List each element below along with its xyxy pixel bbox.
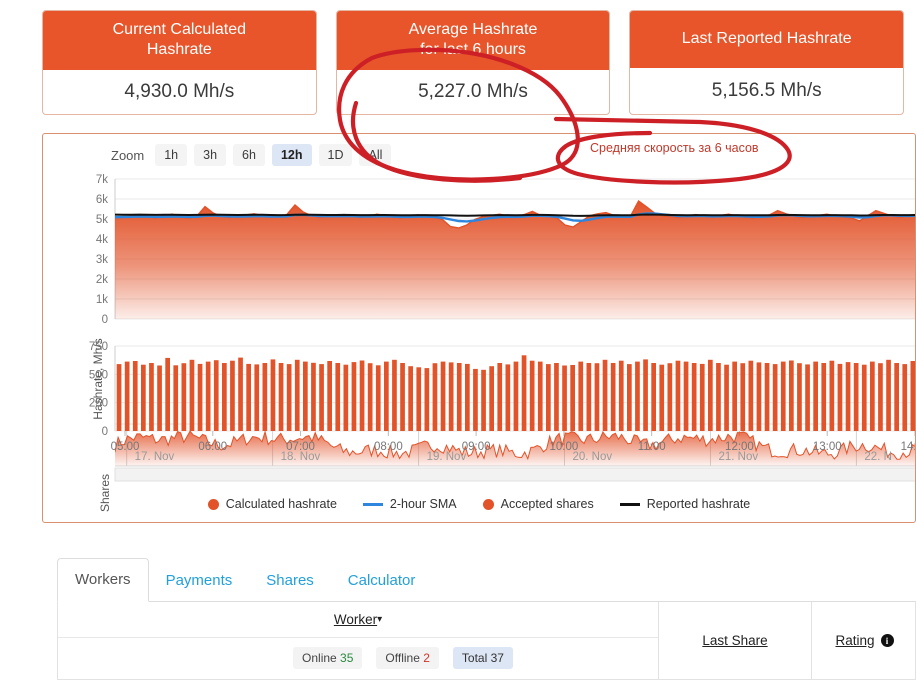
circle-marker-icon <box>207 498 219 510</box>
line-marker-icon <box>619 502 640 506</box>
badge-online-label: Online <box>302 651 337 665</box>
card-title-line2: Hashrate <box>146 41 212 58</box>
worker-column-header[interactable]: Worker ▾ <box>58 602 658 638</box>
svg-text:1k: 1k <box>96 294 108 306</box>
worker-header-label: Worker <box>333 612 378 627</box>
rating-column-header[interactable]: Rating i <box>812 602 916 679</box>
badge-online[interactable]: Online 35 <box>293 647 363 669</box>
svg-text:06:00: 06:00 <box>198 441 227 453</box>
svg-text:18. Nov: 18. Nov <box>281 451 321 463</box>
legend-label: 2-hour SMA <box>389 497 457 511</box>
card-value: 4,930.0 Mh/s <box>124 81 235 102</box>
card-current-calculated-hashrate: Current Calculated Hashrate 4,930.0 Mh/s <box>42 10 317 115</box>
chevron-down-icon: ▾ <box>377 614 383 625</box>
svg-text:5k: 5k <box>96 214 108 226</box>
handwritten-annotation-label: Средняя скорость за 6 часов <box>590 141 759 155</box>
badge-total[interactable]: Total 37 <box>452 647 513 669</box>
last-share-column-header[interactable]: Last Share <box>659 602 811 679</box>
badge-online-count: 35 <box>340 651 354 665</box>
svg-text:13:00: 13:00 <box>813 441 842 453</box>
legend-item-accepted-shares[interactable]: Accepted shares <box>482 497 594 511</box>
card-value: 5,227.0 Mh/s <box>418 81 528 102</box>
tab-calculator[interactable]: Calculator <box>331 560 433 602</box>
legend-item-2-hour-sma[interactable]: 2-hour SMA <box>362 497 457 511</box>
card-title: Last Reported Hashrate <box>630 11 904 68</box>
badge-offline[interactable]: Offline 2 <box>376 647 439 669</box>
hashrate-summary-cards: Current Calculated Hashrate 4,930.0 Mh/s… <box>42 10 905 115</box>
svg-text:250: 250 <box>89 398 108 410</box>
badge-total-label: Total <box>461 651 488 665</box>
badge-offline-label: Offline <box>385 651 420 665</box>
last-share-header-label: Last Share <box>702 633 768 648</box>
svg-text:6k: 6k <box>96 194 108 206</box>
legend-label: Accepted shares <box>500 497 594 511</box>
line-marker-icon <box>362 502 383 506</box>
svg-text:4k: 4k <box>96 234 108 246</box>
tab-payments[interactable]: Payments <box>149 560 250 602</box>
svg-text:11:00: 11:00 <box>638 441 666 453</box>
svg-text:20. Nov: 20. Nov <box>573 451 613 463</box>
card-title: Average Hashrate for last 6 hours <box>336 11 610 70</box>
circle-marker-icon <box>482 498 494 510</box>
hashrate-chart-panel: Zoom 1h 3h 6h 12h 1D All Hashrate, Mh/s … <box>42 133 916 523</box>
svg-text:08:00: 08:00 <box>374 441 403 453</box>
card-last-reported-hashrate: Last Reported Hashrate 5,156.5 Mh/s <box>629 10 905 115</box>
svg-text:22. N: 22. N <box>864 451 892 463</box>
legend-label: Calculated hashrate <box>225 497 337 511</box>
card-title-line2: for last 6 hours <box>420 41 526 58</box>
tab-workers[interactable]: Workers <box>57 558 149 602</box>
info-icon[interactable]: i <box>880 634 894 647</box>
svg-text:500: 500 <box>89 369 108 381</box>
chart-canvas[interactable]: 01k2k3k4k5k6k7k025050075005:00 06:00 07:00… <box>43 134 916 523</box>
badge-offline-count: 2 <box>423 651 430 665</box>
card-title-line1: Last Reported Hashrate <box>681 30 852 47</box>
legend-item-calculated-hashrate[interactable]: Calculated hashrate <box>207 497 337 511</box>
page-root: Current Calculated Hashrate 4,930.0 Mh/s… <box>0 0 916 680</box>
card-value: 5,156.5 Mh/s <box>711 80 822 101</box>
svg-text:21. Nov: 21. Nov <box>718 451 758 463</box>
svg-text:14:00: 14:00 <box>901 441 916 453</box>
svg-text:0: 0 <box>102 426 108 438</box>
card-average-hashrate-6h: Average Hashrate for last 6 hours 5,227.… <box>335 10 611 115</box>
svg-text:17. Nov: 17. Nov <box>135 451 175 463</box>
badge-total-count: 37 <box>490 651 504 665</box>
chart-legend: Calculated hashrate 2-hour SMA Accepted … <box>43 497 915 511</box>
tab-bar: Workers Payments Shares Calculator <box>57 556 916 602</box>
svg-text:750: 750 <box>89 341 108 353</box>
svg-text:2k: 2k <box>96 274 108 286</box>
legend-label: Reported hashrate <box>646 497 751 511</box>
worker-column: Worker ▾ Online 35 Offline 2 Total 37 <box>58 602 658 679</box>
legend-item-reported-hashrate[interactable]: Reported hashrate <box>619 497 751 511</box>
svg-text:19. Nov: 19. Nov <box>427 451 467 463</box>
svg-text:7k: 7k <box>96 174 108 186</box>
last-share-column: Last Share <box>658 602 811 679</box>
card-title-line1: Current Calculated <box>112 21 247 38</box>
card-title: Current Calculated Hashrate <box>43 11 316 70</box>
rating-column: Rating i <box>811 602 916 679</box>
svg-text:0: 0 <box>102 314 108 326</box>
rating-header-label: Rating <box>835 633 875 648</box>
tab-shares[interactable]: Shares <box>249 560 331 602</box>
card-title-line1: Average Hashrate <box>408 21 538 38</box>
workers-table: Worker ▾ Online 35 Offline 2 Total 37 La… <box>57 602 916 680</box>
svg-text:3k: 3k <box>96 254 108 266</box>
worker-status-badges: Online 35 Offline 2 Total 37 <box>58 638 658 678</box>
